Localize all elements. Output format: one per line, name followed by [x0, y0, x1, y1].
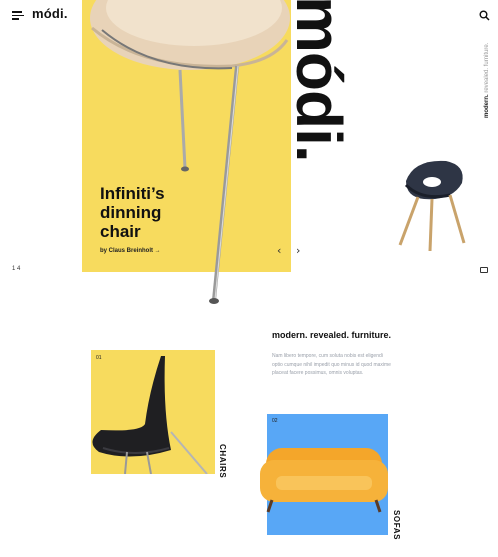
- logo[interactable]: módi.: [32, 6, 68, 21]
- sofas-category-image: [260, 448, 388, 513]
- category-number: 01: [96, 355, 102, 361]
- category-label-sofas[interactable]: SOFAS: [392, 510, 401, 540]
- intro-heading: modern. revealed. furniture.: [272, 330, 392, 340]
- chairs-category-image: [92, 356, 208, 474]
- hero-title: Infiniti’s dinning chair: [100, 184, 165, 241]
- side-tagline: modern. revealed. furniture.: [484, 42, 490, 118]
- video-icon[interactable]: [480, 267, 488, 273]
- category-number: 02: [272, 418, 278, 424]
- prev-slide-arrow-icon[interactable]: ‹: [277, 245, 281, 256]
- slide-counter: 1 4: [12, 266, 21, 272]
- intro-body: Nam libero tempore, cum soluta nobis est…: [272, 353, 391, 376]
- hero-byline-link[interactable]: by Claus Breinholt →: [100, 248, 161, 254]
- next-slide-arrow-icon[interactable]: ›: [296, 245, 300, 256]
- search-icon[interactable]: [479, 10, 490, 21]
- category-label-chairs[interactable]: CHAIRS: [218, 444, 227, 478]
- side-chair-image: [398, 160, 466, 252]
- brand-vertical-wordmark: módi.: [289, 0, 355, 162]
- hamburger-menu-icon[interactable]: [12, 11, 24, 20]
- hero-chair-image: [90, 0, 290, 304]
